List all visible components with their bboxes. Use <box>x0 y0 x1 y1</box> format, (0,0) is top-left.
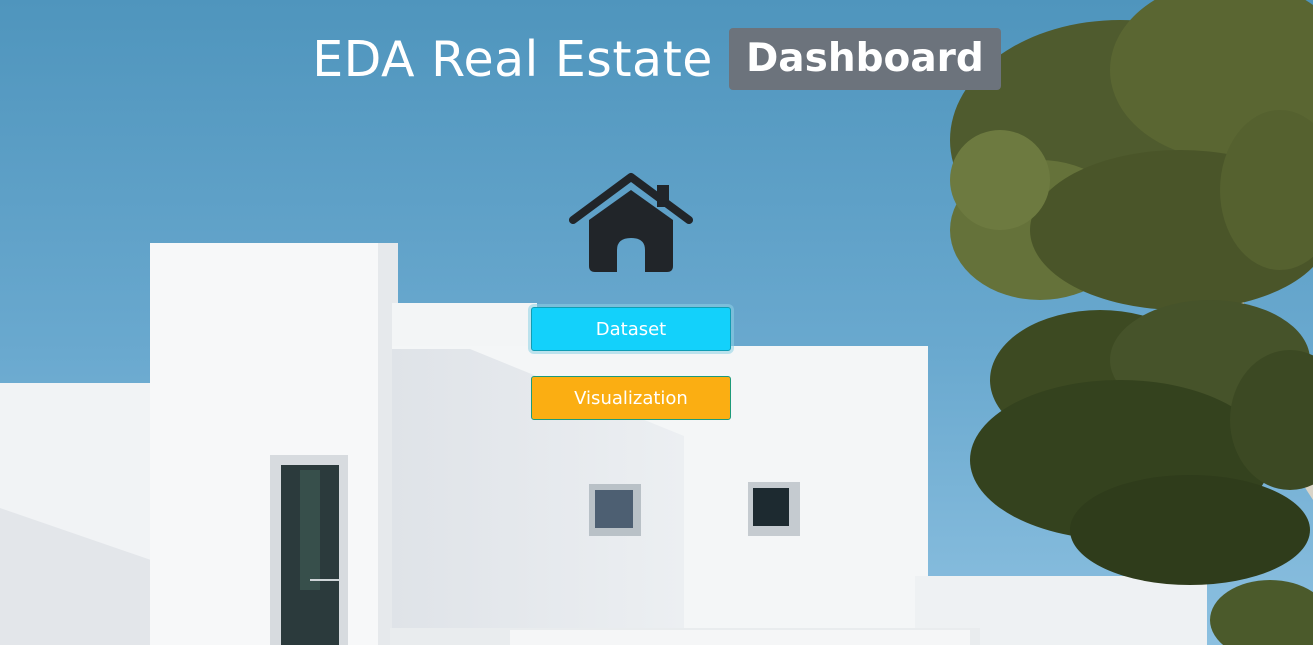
home-icon <box>569 173 693 272</box>
dashboard-badge: Dashboard <box>728 28 1001 90</box>
visualization-button[interactable]: Visualization <box>531 376 731 420</box>
dataset-button[interactable]: Dataset <box>531 307 731 351</box>
page-title: EDA Real Estate <box>312 30 713 88</box>
page-header: EDA Real Estate Dashboard <box>0 28 1313 90</box>
